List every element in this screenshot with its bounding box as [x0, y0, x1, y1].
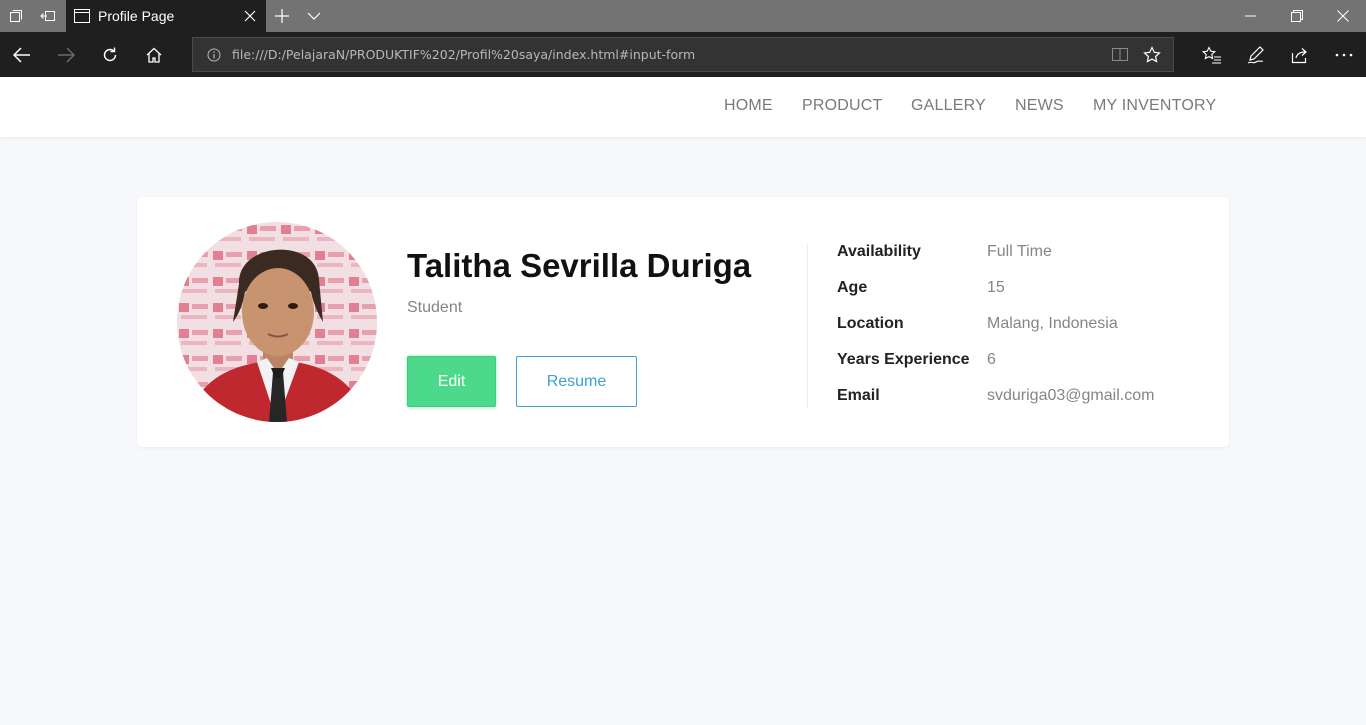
detail-value: Full Time [987, 243, 1052, 260]
info-icon[interactable] [207, 48, 221, 67]
detail-row-availability: Availability Full Time [837, 243, 1217, 265]
detail-value: Malang, Indonesia [987, 315, 1118, 332]
detail-row-email: Email svduriga03@gmail.com [837, 387, 1217, 409]
detail-value[interactable]: svduriga03@gmail.com [987, 387, 1154, 405]
nav-link-home[interactable]: HOME [724, 97, 773, 115]
detail-value: 6 [987, 351, 996, 368]
detail-value: 15 [987, 279, 1005, 296]
chevron-down-icon[interactable] [298, 0, 330, 32]
detail-row-age: Age 15 [837, 279, 1217, 301]
more-options-icon[interactable] [1322, 32, 1366, 77]
favorites-list-icon[interactable] [1190, 32, 1234, 77]
detail-label: Years Experience [837, 351, 970, 368]
restore-icon[interactable] [1274, 0, 1320, 32]
detail-label: Location [837, 315, 904, 332]
profile-role: Student [407, 299, 463, 316]
url-text: file:///D:/PelajaraN/PRODUKTIF%202/Profi… [232, 47, 696, 62]
detail-label: Availability [837, 243, 921, 260]
pen-notes-icon[interactable] [1234, 32, 1278, 77]
detail-row-years-experience: Years Experience 6 [837, 351, 1217, 373]
address-bar[interactable]: file:///D:/PelajaraN/PRODUKTIF%202/Profi… [192, 37, 1174, 72]
set-tabs-aside-icon[interactable] [32, 0, 64, 32]
close-window-icon[interactable] [1320, 0, 1366, 32]
nav-link-news[interactable]: NEWS [1015, 97, 1064, 115]
profile-name: Talitha Sevrilla Duriga [407, 247, 752, 284]
browser-tab-active[interactable]: Profile Page [66, 0, 266, 32]
nav-link-product[interactable]: PRODUCT [802, 97, 883, 115]
profile-card: Talitha Sevrilla Duriga Student Edit Res… [137, 197, 1229, 447]
vertical-divider [807, 244, 808, 407]
detail-label: Email [837, 387, 880, 404]
new-tab-icon[interactable] [266, 0, 298, 32]
avatar [177, 222, 377, 422]
refresh-icon[interactable] [88, 32, 132, 77]
home-icon[interactable] [132, 32, 176, 77]
page-icon [74, 9, 90, 23]
forward-arrow-icon[interactable] [44, 32, 88, 77]
nav-link-gallery[interactable]: GALLERY [911, 97, 986, 115]
browser-toolbar: file:///D:/PelajaraN/PRODUKTIF%202/Profi… [0, 32, 1366, 77]
browser-title-bar: Profile Page [0, 0, 1366, 32]
share-icon[interactable] [1278, 32, 1322, 77]
minimize-icon[interactable] [1228, 0, 1274, 32]
reading-view-icon[interactable] [1111, 46, 1129, 69]
detail-row-location: Location Malang, Indonesia [837, 315, 1217, 337]
resume-button[interactable]: Resume [516, 356, 637, 407]
tab-title: Profile Page [98, 8, 175, 24]
close-tab-icon[interactable] [242, 8, 258, 24]
nav-link-my-inventory[interactable]: MY INVENTORY [1093, 97, 1216, 115]
edit-button[interactable]: Edit [407, 356, 496, 407]
tab-manager-icon[interactable] [0, 0, 32, 32]
detail-label: Age [837, 279, 868, 296]
favorite-star-icon[interactable] [1143, 46, 1161, 69]
site-header: HOME PRODUCT GALLERY NEWS MY INVENTORY [0, 77, 1366, 137]
back-arrow-icon[interactable] [0, 32, 44, 77]
